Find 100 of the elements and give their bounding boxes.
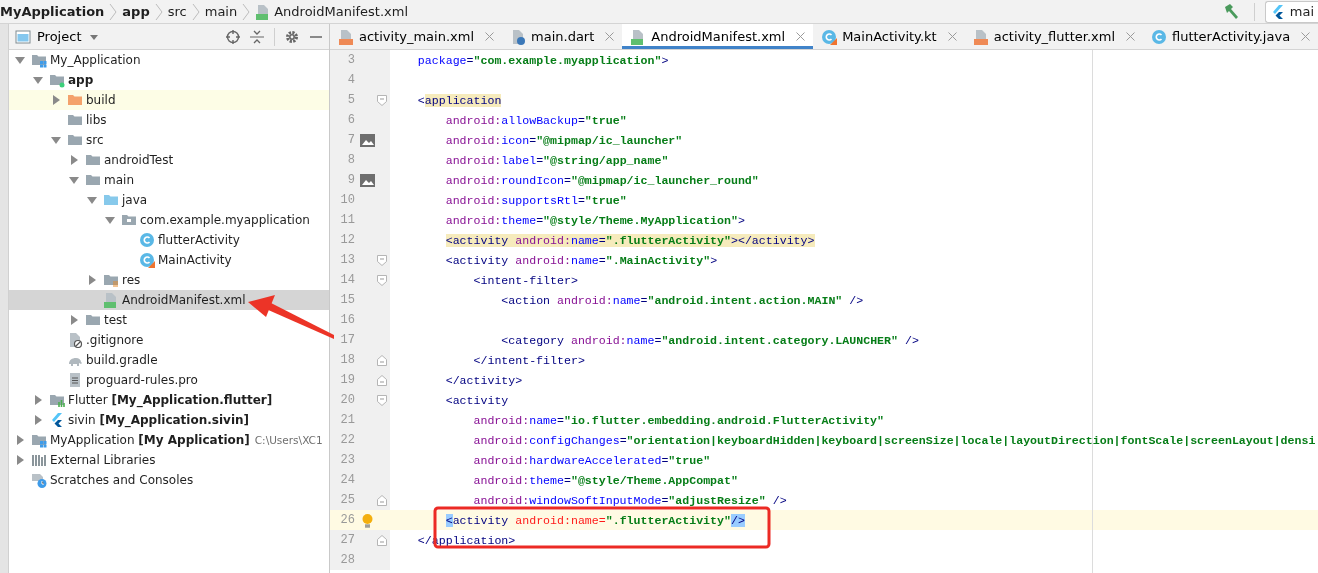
editor-tab[interactable]: flutterActivity.java xyxy=(1143,24,1318,49)
line-number: 6 xyxy=(346,113,355,127)
fold-marker-icon[interactable] xyxy=(377,494,387,506)
close-icon[interactable] xyxy=(947,32,957,41)
tree-item[interactable]: External Libraries xyxy=(9,450,329,470)
breadcrumb-item[interactable]: AndroidManifest.xml xyxy=(255,3,409,20)
tree-item[interactable]: flutterActivity xyxy=(9,230,329,250)
scratches-icon xyxy=(31,472,47,488)
tree-item[interactable]: test xyxy=(9,310,329,330)
tree-item[interactable]: Scratches and Consoles xyxy=(9,470,329,490)
tree-item[interactable]: MyApplication [My Application] C:\Users\XC1 xyxy=(9,430,329,450)
code-line: <activity android:name=".flutterActivity"></activity> xyxy=(444,232,815,249)
fold-marker-icon[interactable] xyxy=(377,274,387,286)
run-config-selector[interactable]: mai xyxy=(1264,0,1318,23)
collapsed-arrow-icon[interactable] xyxy=(33,395,43,405)
close-icon[interactable] xyxy=(605,32,615,41)
view-selector[interactable]: Project xyxy=(15,28,106,45)
line-number: 12 xyxy=(339,233,355,247)
breadcrumb-item[interactable]: MyApplication xyxy=(0,4,105,19)
close-icon[interactable] xyxy=(1126,32,1135,41)
code-line: android:configChanges="orientation|keyboardHidden|keyboard|screenSize|locale|layoutDirection|fontScale|screenLayout|densi xyxy=(472,432,1316,449)
expanded-arrow-icon[interactable] xyxy=(105,215,115,225)
line-number: 4 xyxy=(346,73,355,87)
editor-tab[interactable]: main.dart xyxy=(502,24,623,49)
code-line: android:icon="@mipmap/ic_launcher" xyxy=(444,132,683,149)
text-file-icon xyxy=(67,372,83,388)
close-icon[interactable] xyxy=(796,32,806,41)
line-number: 19 xyxy=(339,373,355,387)
fold-marker-icon[interactable] xyxy=(377,94,387,106)
close-icon[interactable] xyxy=(1301,32,1311,41)
tree-item[interactable]: .gitignore xyxy=(9,330,329,350)
collapsed-arrow-icon[interactable] xyxy=(69,315,79,325)
breadcrumb-item[interactable]: src xyxy=(167,4,187,19)
tree-item[interactable]: res xyxy=(9,270,329,290)
tree-item[interactable]: My_Application xyxy=(9,50,329,70)
tree-item[interactable]: java xyxy=(9,190,329,210)
breadcrumb-item[interactable]: main xyxy=(204,4,238,19)
folder-icon xyxy=(85,312,101,328)
path-hint: C:\Users\XC1 xyxy=(254,434,323,446)
tree-item[interactable]: sivin [My_Application.sivin] xyxy=(9,410,329,430)
tree-item[interactable]: libs xyxy=(9,110,329,130)
collapsed-arrow-icon[interactable] xyxy=(15,455,25,465)
collapsed-arrow-icon[interactable] xyxy=(69,155,79,165)
breadcrumb-item[interactable]: app xyxy=(122,4,150,19)
image-icon[interactable] xyxy=(360,172,375,188)
editor-tab[interactable]: activity_flutter.xml xyxy=(964,24,1143,49)
tree-item[interactable]: Flutter [My_Application.flutter] xyxy=(9,390,329,410)
tree-item[interactable]: build.gradle xyxy=(9,350,329,370)
module-folder-icon xyxy=(49,72,65,88)
line-number: 27 xyxy=(339,533,355,547)
tree-item[interactable]: MainActivity xyxy=(9,250,329,270)
tree-item[interactable]: src xyxy=(9,130,329,150)
fold-marker-icon[interactable] xyxy=(377,394,387,406)
chevron-icon xyxy=(191,2,200,21)
expanded-arrow-icon[interactable] xyxy=(87,195,97,205)
editor-tab[interactable]: activity_main.xml xyxy=(330,24,502,49)
tree-item[interactable]: main xyxy=(9,170,329,190)
fold-marker-icon[interactable] xyxy=(377,534,387,546)
code-line: android:roundIcon="@mipmap/ic_launcher_round" xyxy=(444,172,759,189)
fold-marker-icon[interactable] xyxy=(377,354,387,366)
line-number: 23 xyxy=(339,453,355,467)
folder-icon xyxy=(85,152,101,168)
expanded-arrow-icon[interactable] xyxy=(15,55,25,65)
expanded-arrow-icon[interactable] xyxy=(69,175,79,185)
code-line: android:name="io.flutter.embedding.android.FlutterActivity" xyxy=(472,412,885,429)
fold-marker-icon[interactable] xyxy=(377,374,387,386)
collapsed-arrow-icon[interactable] xyxy=(51,95,61,105)
tree-item[interactable]: build xyxy=(9,90,329,110)
tree-item[interactable]: app xyxy=(9,70,329,90)
code-line: <activity android:name=".flutterActivity"/> xyxy=(444,512,745,529)
tree-item[interactable]: androidTest xyxy=(9,150,329,170)
dart-file-icon xyxy=(510,28,526,45)
collapse-all-icon[interactable] xyxy=(250,29,264,44)
code-line: </intent-filter> xyxy=(472,352,585,369)
chevron-icon xyxy=(242,2,251,21)
tree-item[interactable]: proguard-rules.pro xyxy=(9,370,329,390)
settings-icon[interactable] xyxy=(285,29,299,44)
line-number: 26 xyxy=(339,513,355,527)
line-number: 18 xyxy=(339,353,355,367)
expanded-arrow-icon[interactable] xyxy=(33,75,43,85)
fold-marker-icon[interactable] xyxy=(377,254,387,266)
package-icon xyxy=(121,212,137,228)
locate-icon[interactable] xyxy=(226,29,240,44)
collapsed-arrow-icon[interactable] xyxy=(15,435,25,445)
libraries-icon xyxy=(31,452,47,468)
collapsed-arrow-icon[interactable] xyxy=(87,275,97,285)
close-icon[interactable] xyxy=(485,32,494,41)
bulb-icon[interactable] xyxy=(360,512,375,528)
class-icon xyxy=(139,232,155,248)
collapsed-arrow-icon[interactable] xyxy=(33,415,43,425)
expanded-arrow-icon[interactable] xyxy=(51,135,61,145)
tree-item[interactable]: AndroidManifest.xml xyxy=(9,290,329,310)
flutter-icon xyxy=(49,412,65,428)
line-number: 10 xyxy=(339,193,355,207)
code-line: android:hardwareAccelerated="true" xyxy=(472,452,711,469)
editor-tab[interactable]: AndroidManifest.xml xyxy=(622,24,814,49)
tree-item[interactable]: com.example.myapplication xyxy=(9,210,329,230)
editor-tab[interactable]: MainActivity.kt xyxy=(813,24,965,49)
image-icon[interactable] xyxy=(360,132,375,148)
code-line: android:theme="@style/Theme.AppCompat" xyxy=(472,472,738,489)
